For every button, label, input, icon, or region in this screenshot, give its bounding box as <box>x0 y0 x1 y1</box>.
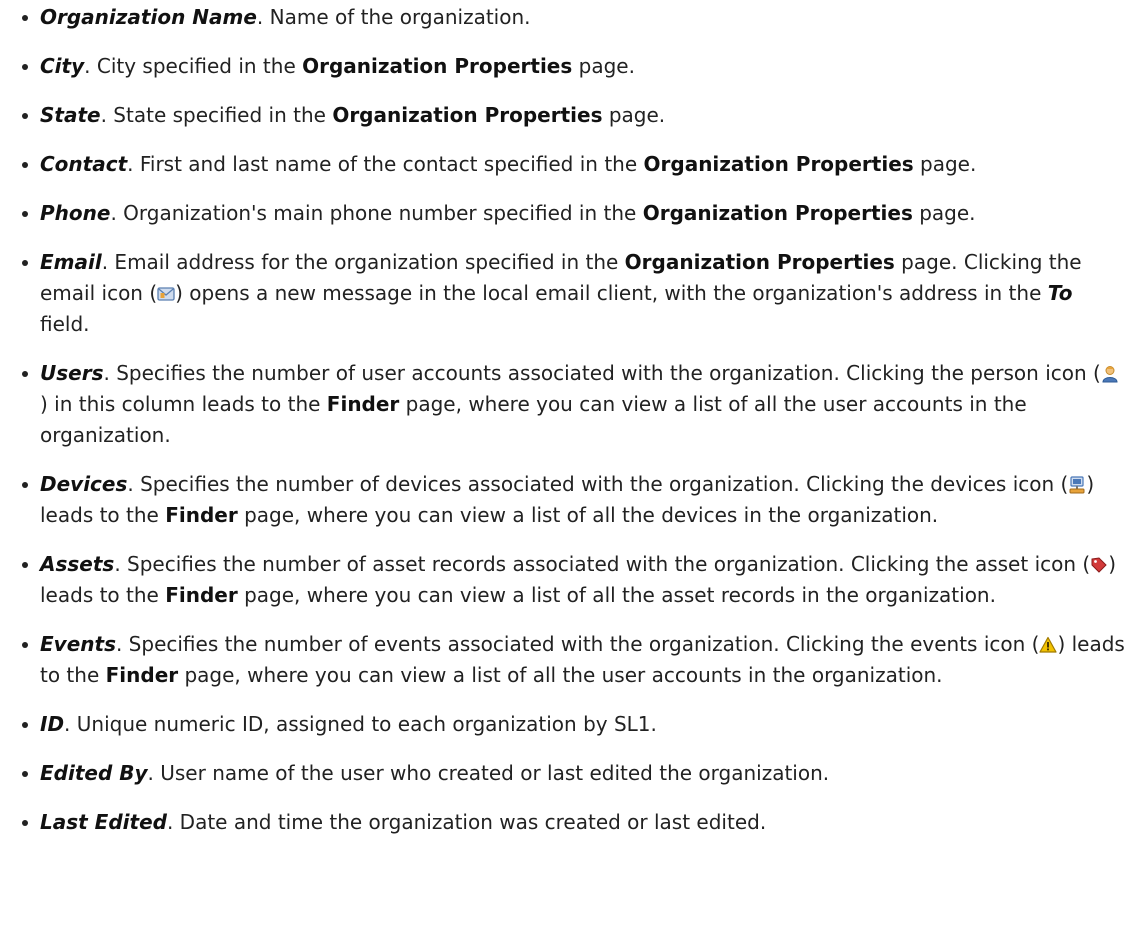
field-description-list: Organization Name. Name of the organizat… <box>0 2 1148 838</box>
page-reference: Organization Properties <box>332 103 603 127</box>
description-text: page. <box>913 152 977 176</box>
description-text: . Specifies the number of asset records … <box>114 552 1091 576</box>
term-edited-by: Edited By <box>40 761 148 785</box>
list-item-state: State. State specified in the Organizati… <box>0 100 1148 131</box>
description-text: page. <box>572 54 635 78</box>
asset-tag-icon <box>1090 556 1108 574</box>
term-city: City <box>40 54 85 78</box>
email-icon <box>157 285 175 303</box>
description-text: ) opens a new message in the local email… <box>175 281 1048 305</box>
description-text: page. <box>912 201 976 225</box>
list-item-devices: Devices. Specifies the number of devices… <box>0 469 1148 531</box>
list-item-assets: Assets. Specifies the number of asset re… <box>0 549 1148 611</box>
description-text: . Name of the organization. <box>256 5 531 29</box>
list-item-email: Email. Email address for the organizatio… <box>0 247 1148 340</box>
description-text: page, where you can view a list of all t… <box>237 583 996 607</box>
list-item-contact: Contact. First and last name of the cont… <box>0 149 1148 180</box>
page-reference: Finder <box>165 583 238 607</box>
page-reference: Finder <box>326 392 400 416</box>
document-body: Organization Name. Name of the organizat… <box>0 0 1148 838</box>
description-text: . Date and time the organization was cre… <box>166 810 767 834</box>
description-text: . City specified in the <box>84 54 303 78</box>
term-assets: Assets <box>40 552 115 576</box>
field-reference: To <box>1047 281 1073 305</box>
page-reference: Organization Properties <box>643 152 914 176</box>
page-reference: Organization Properties <box>624 250 895 274</box>
list-item-id: ID. Unique numeric ID, assigned to each … <box>0 709 1148 740</box>
description-text: . First and last name of the contact spe… <box>127 152 644 176</box>
term-organization-name: Organization Name <box>40 5 257 29</box>
term-id: ID <box>40 712 65 736</box>
list-item-users: Users. Specifies the number of user acco… <box>0 358 1148 451</box>
description-text: . Unique numeric ID, assigned to each or… <box>64 712 657 736</box>
list-item-edited-by: Edited By. User name of the user who cre… <box>0 758 1148 789</box>
person-icon <box>1101 365 1119 383</box>
description-text: . Specifies the number of devices associ… <box>127 472 1069 496</box>
description-text: . Organization's main phone number speci… <box>110 201 643 225</box>
description-text: page, where you can view a list of all t… <box>237 503 939 527</box>
list-item-city: City. City specified in the Organization… <box>0 51 1148 82</box>
term-contact: Contact <box>40 152 128 176</box>
description-text: . State specified in the <box>100 103 333 127</box>
description-text: . Email address for the organization spe… <box>101 250 625 274</box>
description-text: . Specifies the number of user accounts … <box>103 361 1101 385</box>
term-last-edited: Last Edited <box>40 810 167 834</box>
list-item-events: Events. Specifies the number of events a… <box>0 629 1148 691</box>
devices-icon <box>1068 476 1086 494</box>
description-text: ) in this column leads to the <box>40 392 327 416</box>
list-item-phone: Phone. Organization's main phone number … <box>0 198 1148 229</box>
page-reference: Organization Properties <box>642 201 913 225</box>
term-users: Users <box>40 361 104 385</box>
warning-icon <box>1039 636 1058 654</box>
page-reference: Finder <box>105 663 179 687</box>
page-reference: Organization Properties <box>302 54 573 78</box>
term-email: Email <box>40 250 102 274</box>
description-text: . Specifies the number of events associa… <box>115 632 1040 656</box>
description-text: page. <box>602 103 666 127</box>
term-events: Events <box>40 632 116 656</box>
page-reference: Finder <box>165 503 238 527</box>
term-state: State <box>40 103 101 127</box>
description-text: . User name of the user who created or l… <box>147 761 830 785</box>
list-item-last-edited: Last Edited. Date and time the organizat… <box>0 807 1148 838</box>
description-text: page, where you can view a list of all t… <box>178 663 943 687</box>
description-text: field. <box>40 312 90 336</box>
list-item-organization-name: Organization Name. Name of the organizat… <box>0 2 1148 33</box>
term-devices: Devices <box>40 472 128 496</box>
term-phone: Phone <box>40 201 111 225</box>
